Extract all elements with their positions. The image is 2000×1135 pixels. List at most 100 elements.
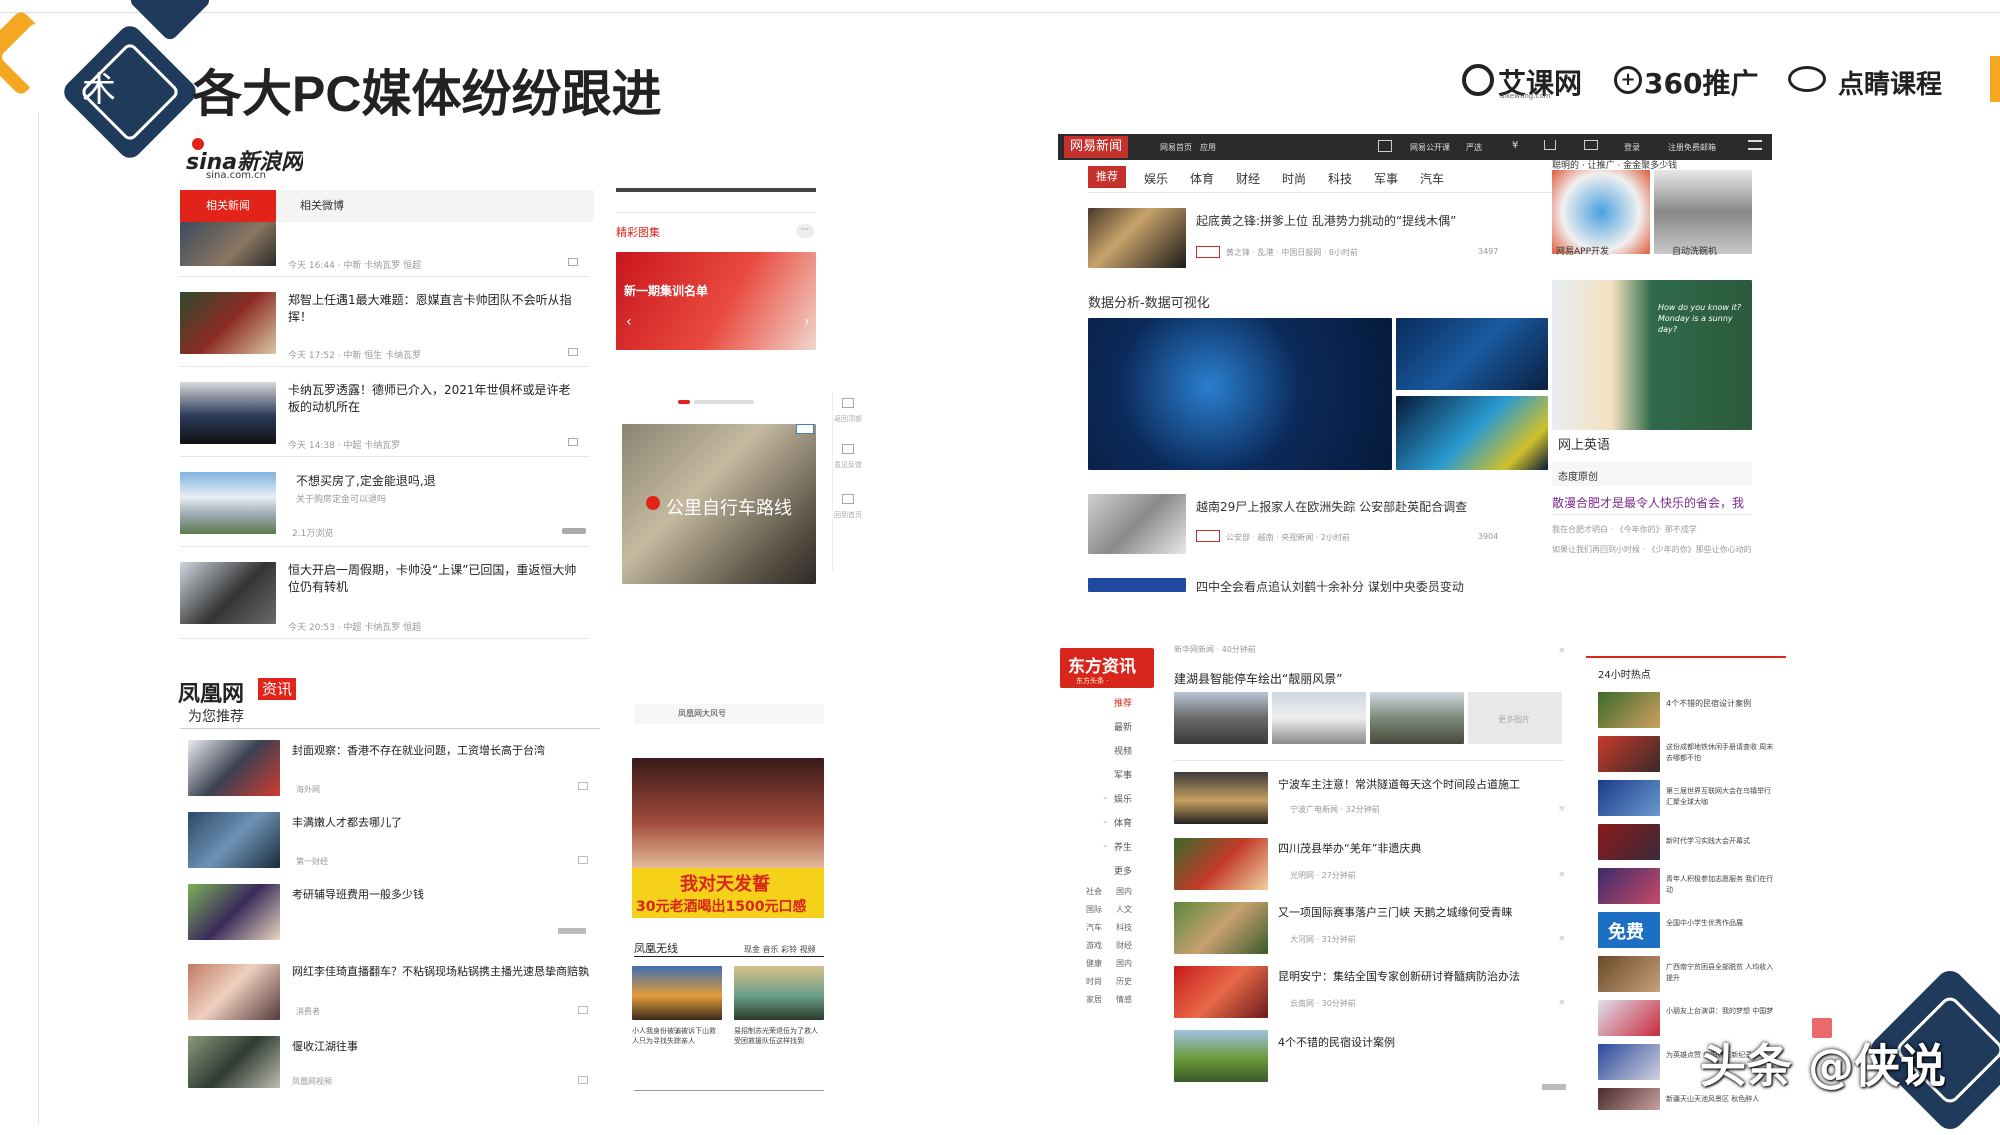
video-caption[interactable]: 小人我身份被骗被诉下山救人只为寻找失踪亲人: [632, 1026, 722, 1046]
nav-item[interactable]: 娱乐: [1114, 792, 1132, 805]
more-icon[interactable]: ···: [796, 224, 814, 238]
nav-item[interactable]: 军事: [1114, 768, 1132, 781]
news-title[interactable]: 网红李佳琦直播翻车？不粘锅现场粘锅携主播光速恳挚商赔孰: [292, 964, 592, 980]
gallery-image[interactable]: [616, 252, 816, 350]
top-link[interactable]: 网易公开课: [1410, 142, 1450, 153]
nav-grid-item[interactable]: 历史: [1116, 976, 1132, 987]
toolbar-label[interactable]: 返回顶部: [834, 414, 862, 424]
top-link[interactable]: 网易首页: [1160, 142, 1192, 153]
tab-finance[interactable]: 财经: [1236, 170, 1260, 187]
video-thumb[interactable]: [734, 966, 824, 1020]
nav-grid-item[interactable]: 社会: [1086, 886, 1102, 897]
nav-item[interactable]: 养生: [1114, 840, 1132, 853]
news-title[interactable]: 宁波车主注意！常洪隧道每天这个时间段占道施工: [1278, 776, 1520, 792]
dashboard-image[interactable]: [1088, 318, 1392, 470]
news-title[interactable]: 4个不错的民宿设计案例: [1278, 1034, 1395, 1050]
top-link[interactable]: 严选: [1466, 142, 1482, 153]
eastday-thumb[interactable]: [1174, 692, 1268, 744]
close-icon[interactable]: ×: [1558, 804, 1566, 814]
feedback-icon[interactable]: [842, 444, 854, 454]
nav-grid-item[interactable]: 人文: [1116, 904, 1132, 915]
nav-grid-item[interactable]: 情感: [1116, 994, 1132, 1005]
news-title[interactable]: 丰满嫩人才都去哪儿了: [292, 814, 592, 830]
comment-icon[interactable]: [568, 348, 578, 356]
nav-grid-item[interactable]: 财经: [1116, 940, 1132, 951]
news-title[interactable]: 封面观察：香港不存在就业问题，工资增长高于台湾: [292, 742, 592, 758]
hot-item[interactable]: 小朋友上台演讲：我的梦想 中国梦: [1666, 1006, 1776, 1028]
tab-military[interactable]: 军事: [1374, 170, 1398, 187]
comment-icon[interactable]: [578, 1006, 588, 1014]
arrow-right-icon[interactable]: ›: [804, 314, 810, 330]
app-dev-image[interactable]: [1552, 170, 1650, 254]
close-icon[interactable]: ×: [1558, 870, 1566, 880]
dishwasher-image[interactable]: [1654, 170, 1752, 254]
hot-item[interactable]: 青年人积极参加志愿服务 我们在行动: [1666, 874, 1776, 896]
news-title[interactable]: 起底黄之锋:拼爹上位 乱港势力挑动的“提线木偶”: [1196, 212, 1456, 229]
tab-recommend[interactable]: 推荐: [1088, 166, 1126, 188]
nav-grid-item[interactable]: 国际: [1086, 904, 1102, 915]
netease-thumb[interactable]: [1088, 494, 1186, 554]
ifeng-thumb[interactable]: [188, 812, 280, 868]
tab-related-news[interactable]: 相关新闻: [180, 190, 276, 222]
comment-icon[interactable]: [578, 782, 588, 790]
eastday-thumb[interactable]: [1174, 772, 1268, 824]
comment-icon[interactable]: [578, 1076, 588, 1084]
tab-tech[interactable]: 科技: [1328, 170, 1352, 187]
sina-thumb[interactable]: [180, 562, 276, 624]
mail-icon[interactable]: [1584, 140, 1598, 150]
ifeng-logo[interactable]: 凤凰网: [178, 676, 244, 708]
eastday-thumb[interactable]: [1272, 692, 1366, 744]
hot-item[interactable]: 全国中小学生优秀作品展: [1666, 918, 1776, 940]
hot-thumb[interactable]: [1598, 868, 1660, 904]
hot-item[interactable]: 4个不错的民宿设计案例: [1666, 698, 1776, 709]
nav-grid-item[interactable]: 国内: [1116, 958, 1132, 969]
nav-grid-item[interactable]: 健康: [1086, 958, 1102, 969]
close-icon[interactable]: ×: [1558, 646, 1566, 656]
hot-item[interactable]: 第三届世界互联网大会在乌镇举行 汇聚全球大咖: [1666, 786, 1776, 808]
video-caption[interactable]: 易招制苏光荣退伍为了救人受困救援队伍这样找到: [734, 1026, 824, 1046]
eastday-thumb[interactable]: [1174, 966, 1268, 1018]
nav-item[interactable]: 体育: [1114, 816, 1132, 829]
tab-sports[interactable]: 体育: [1190, 170, 1214, 187]
news-title[interactable]: 四川茂县举办“羌年”非遗庆典: [1278, 840, 1421, 856]
news-title[interactable]: 偃收江湖往事: [292, 1038, 592, 1054]
netease-thumb[interactable]: [1088, 578, 1186, 592]
yen-icon[interactable]: ¥: [1512, 140, 1518, 151]
mobile-icon[interactable]: [1378, 140, 1392, 152]
ifeng-thumb[interactable]: [188, 1036, 280, 1088]
hot-item[interactable]: 新时代学习实践大会开幕式: [1666, 836, 1776, 846]
hot-thumb[interactable]: [1598, 1000, 1660, 1036]
hot-thumb[interactable]: [1598, 692, 1660, 728]
hot-thumb[interactable]: [1598, 736, 1660, 772]
video-thumb[interactable]: [632, 966, 722, 1020]
register-link[interactable]: 注册免费邮箱: [1668, 142, 1716, 153]
dashboard-image[interactable]: [1396, 396, 1548, 470]
close-icon[interactable]: ×: [1558, 934, 1566, 944]
comment-icon[interactable]: [568, 258, 578, 266]
nav-item[interactable]: 推荐: [1114, 696, 1132, 709]
side-line[interactable]: 如果让我们再回到小时候 · 《少年的你》那些让你心动的作品: [1552, 544, 1752, 555]
english-label[interactable]: 网上英语: [1558, 434, 1610, 453]
side-headline[interactable]: 散漫合肥才是最令人快乐的省会，我: [1552, 494, 1752, 511]
news-title[interactable]: 建湖县智能停车绘出“靓丽风景”: [1174, 670, 1342, 687]
sina-thumb[interactable]: [180, 382, 276, 444]
ifeng-thumb[interactable]: [188, 964, 280, 1020]
news-title[interactable]: 卡纳瓦罗透露！德师已介入，2021年世俱杯或是许老板的动机所在: [288, 382, 578, 416]
nav-grid-item[interactable]: 时尚: [1086, 976, 1102, 987]
nav-grid-item[interactable]: 游戏: [1086, 940, 1102, 951]
eastday-thumb[interactable]: [1174, 838, 1268, 890]
adchoice-icon[interactable]: [796, 424, 814, 434]
dashboard-image[interactable]: [1396, 318, 1548, 390]
nav-item[interactable]: 更多: [1114, 864, 1132, 877]
login-link[interactable]: 登录: [1624, 142, 1640, 153]
toolbar-label[interactable]: 回到首页: [834, 510, 862, 520]
home-icon[interactable]: [842, 494, 854, 504]
tab-fashion[interactable]: 时尚: [1282, 170, 1306, 187]
hot-thumb[interactable]: [1598, 780, 1660, 816]
nav-grid-item[interactable]: 家居: [1086, 994, 1102, 1005]
news-title[interactable]: 昆明安宁：集结全国专家创新研讨脊髓病防治办法: [1278, 968, 1520, 984]
hot-thumb[interactable]: [1598, 956, 1660, 992]
tab-auto[interactable]: 汽车: [1420, 170, 1444, 187]
news-title[interactable]: 郑智上任遇1最大难题：恩媒直言卡帅团队不会听从指挥！: [288, 292, 578, 326]
comment-icon[interactable]: [578, 856, 588, 864]
